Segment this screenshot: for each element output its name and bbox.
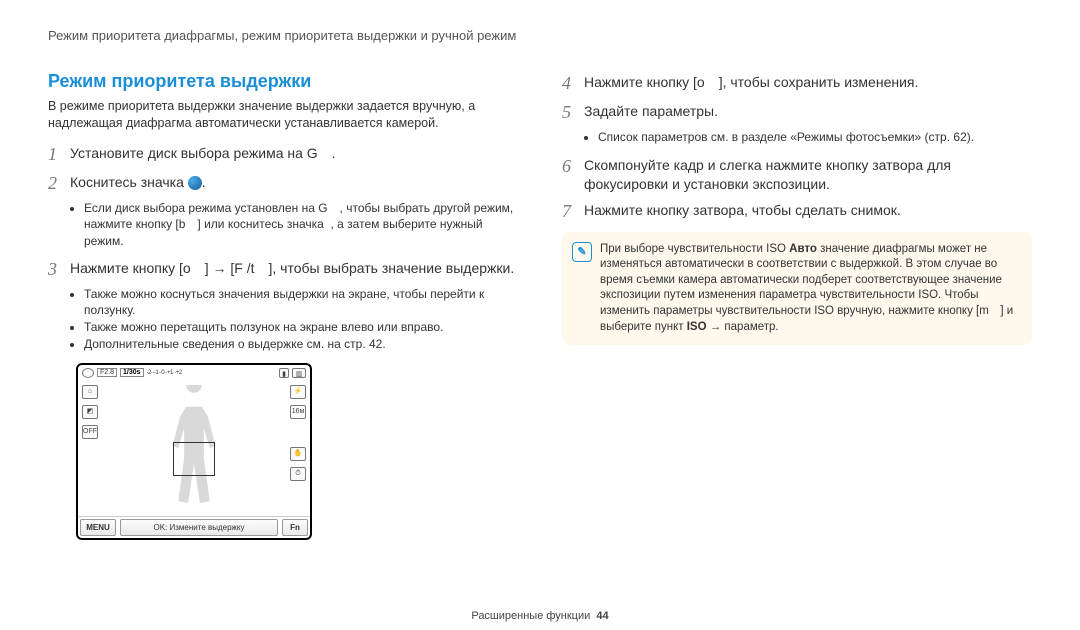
section-intro: В режиме приоритета выдержки значение вы… [48,98,518,132]
page-header: Режим приоритета диафрагмы, режим приори… [48,28,1032,43]
focus-box [173,442,215,476]
menu-button[interactable]: MENU [80,519,116,536]
step-number: 6 [562,154,584,195]
step-text: Установите диск выбора режима на G . [70,142,336,167]
step-text: Нажмите кнопку затвора, чтобы сделать сн… [584,199,901,224]
step-text-post: . [202,174,206,190]
fn-button[interactable]: Fn [282,519,308,536]
footer-label: Расширенные функции [471,610,590,622]
bullet-item: Также можно коснуться значения выдержки … [84,286,518,318]
step-6: 6 Скомпонуйте кадр и слегка нажмите кноп… [562,154,1032,195]
step-text-pre: Коснитесь значка [70,174,188,190]
step-text: Скомпонуйте кадр и слегка нажмите кнопку… [584,154,1032,195]
single-shot-icon: ▮ [279,368,289,378]
section-title: Режим приоритета выдержки [48,71,518,92]
note-bold: Авто [789,243,817,255]
step-4: 4 Нажмите кнопку [o ], чтобы сохранить и… [562,71,1032,96]
shutter-value: 1/30s [120,368,144,377]
note-text-part: При выборе чувствительности ISO [600,243,789,255]
bullet-text: Если диск выбора режима установлен на G … [84,201,513,247]
note-text-part: → параметр. [707,321,779,333]
bullet-item: Также можно перетащить ползунок на экран… [84,319,518,335]
camera-top-bar: F2.8 1/30s -2··-1··0··+1··+2 ▮ ▥ [78,365,310,381]
ev-scale: -2··-1··0··+1··+2 [147,370,182,376]
step-5-bullets: Список параметров см. в разделе «Режимы … [592,129,1032,145]
step-text: Нажмите кнопку [o ], чтобы сохранить изм… [584,71,918,96]
step-5: 5 Задайте параметры. [562,100,1032,125]
camera-bottom-bar: MENU OK: Измените выдержку Fn [78,516,310,538]
globe-icon [188,176,202,190]
camera-preview-illustration: F2.8 1/30s -2··-1··0··+1··+2 ▮ ▥ ⌂ ◩ OFF… [76,363,312,540]
bullet-item: Список параметров см. в разделе «Режимы … [598,129,1032,145]
step-1: 1 Установите диск выбора режима на G . [48,142,518,167]
step-number: 1 [48,142,70,167]
page-number: 44 [596,610,608,622]
step-number: 2 [48,171,70,196]
step-text: Нажмите кнопку [o ] → [F /t ], чтобы выб… [70,257,514,282]
mode-icon [82,368,94,378]
step-3-bullets: Также можно коснуться значения выдержки … [78,286,518,353]
step-text: Задайте параметры. [584,100,718,125]
step-number: 3 [48,257,70,282]
step-3: 3 Нажмите кнопку [o ] → [F /t ], чтобы в… [48,257,518,282]
step-7: 7 Нажмите кнопку затвора, чтобы сделать … [562,199,1032,224]
left-column: Режим приоритета выдержки В режиме приор… [48,71,518,540]
step-text: Коснитесь значка . [70,171,206,196]
note-icon: ✎ [572,242,592,262]
right-column: 4 Нажмите кнопку [o ], чтобы сохранить и… [562,71,1032,540]
aperture-value: F2.8 [97,368,117,377]
step-2: 2 Коснитесь значка . [48,171,518,196]
bullet-item: Если диск выбора режима установлен на G … [84,200,518,249]
step-number: 7 [562,199,584,224]
note-box: ✎ При выборе чувствительности ISO Авто з… [562,232,1032,345]
step-number: 5 [562,100,584,125]
step-number: 4 [562,71,584,96]
note-bold: ISO [687,321,707,333]
battery-icon: ▥ [292,368,306,378]
page-footer: Расширенные функции 44 [0,610,1080,622]
camera-body [78,381,310,516]
note-text-part: значение диафрагмы может не изменяться а… [600,243,1013,333]
ok-hint: OK: Измените выдержку [120,519,278,536]
bullet-item: Дополнительные сведения о выдержке см. н… [84,336,518,352]
step-2-bullets: Если диск выбора режима установлен на G … [78,200,518,249]
note-text: При выборе чувствительности ISO Авто зна… [600,242,1020,335]
